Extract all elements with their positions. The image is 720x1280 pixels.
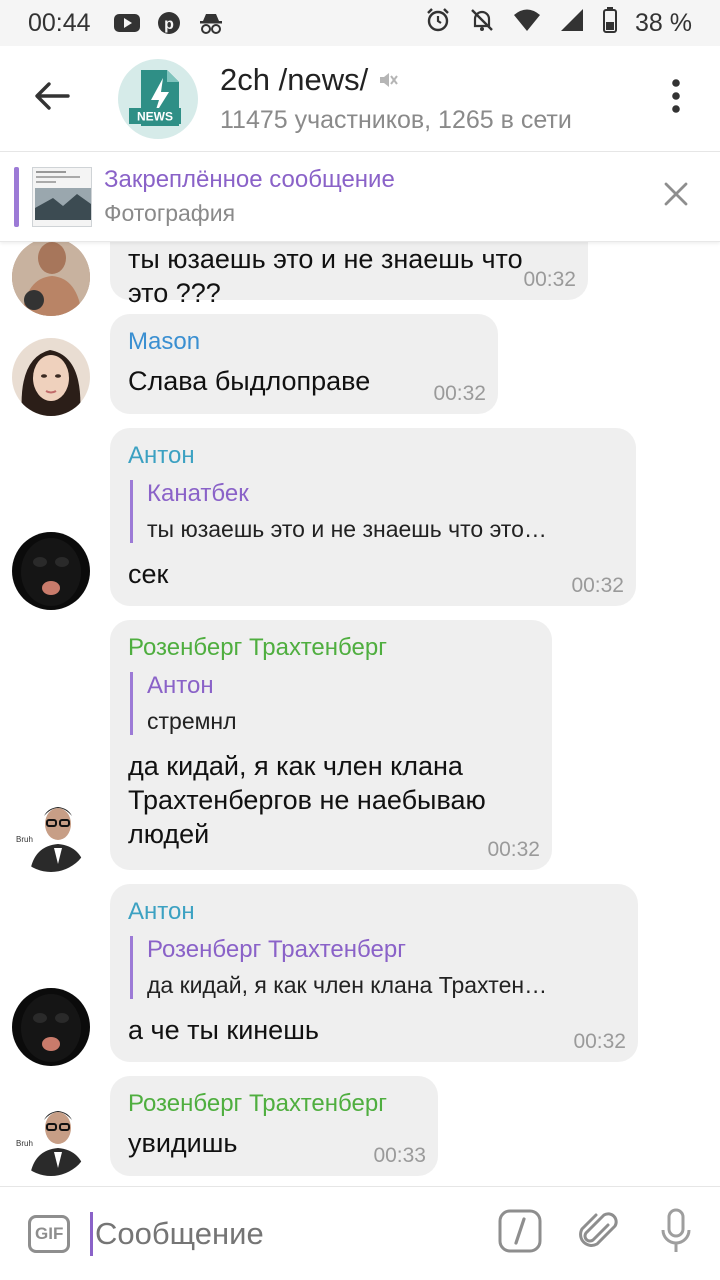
signal-icon bbox=[559, 8, 585, 39]
message-text: да кидай, я как член клана Трахтенбергов… bbox=[128, 751, 486, 849]
channel-avatar-label: NEWS bbox=[137, 109, 173, 123]
paperclip-icon bbox=[578, 1209, 618, 1258]
close-pinned-button[interactable] bbox=[646, 167, 706, 227]
message-text: ты юзаешь это и не знаешь что это ??? bbox=[128, 244, 523, 308]
status-bar: 00:44 p 38 % bbox=[0, 0, 720, 46]
slash-command-icon bbox=[498, 1209, 542, 1258]
sender-name[interactable]: Розенберг Трахтенберг bbox=[128, 1090, 420, 1118]
reply-quote[interactable]: Антон стремнл bbox=[130, 672, 534, 735]
battery-level: 38 % bbox=[635, 8, 692, 37]
message-bubble[interactable]: ты юзаешь это и не знаешь что это ??? 00… bbox=[110, 242, 588, 308]
text-caret bbox=[90, 1211, 93, 1256]
message-bubble[interactable]: Антон Канатбек ты юзаешь это и не знаешь… bbox=[110, 428, 636, 606]
message-time: 00:32 bbox=[573, 1030, 626, 1053]
channel-avatar[interactable]: NEWS bbox=[118, 58, 198, 139]
message-text: а че ты кинешь bbox=[128, 1015, 319, 1045]
avatar[interactable] bbox=[12, 988, 90, 1066]
more-options-button[interactable] bbox=[646, 69, 706, 129]
reply-sender: Канатбек bbox=[147, 480, 249, 507]
close-icon bbox=[664, 182, 688, 211]
voice-message-button[interactable] bbox=[650, 1204, 702, 1264]
channel-info[interactable]: 2ch /news/ 11475 участников, 1265 в сети bbox=[220, 62, 646, 135]
attach-button[interactable] bbox=[572, 1204, 624, 1264]
message-bubble[interactable]: Розенберг Трахтенберг увидишь 00:33 bbox=[110, 1076, 438, 1176]
message-bubble[interactable]: Антон Розенберг Трахтенберг да кидай, я … bbox=[110, 884, 638, 1062]
sender-name[interactable]: Розенберг Трахтенберг bbox=[128, 634, 534, 662]
bot-commands-button[interactable] bbox=[494, 1204, 546, 1264]
pinned-title: Закреплённое сообщение bbox=[104, 166, 395, 193]
reply-text: ты юзаешь это и не знаешь что это… bbox=[147, 516, 547, 542]
notifications-off-icon bbox=[469, 7, 495, 40]
youtube-icon bbox=[113, 12, 141, 34]
reply-quote[interactable]: Канатбек ты юзаешь это и не знаешь что э… bbox=[130, 480, 618, 543]
reply-sender: Розенберг Трахтенберг bbox=[147, 936, 406, 963]
pinned-subtitle: Фотография bbox=[104, 200, 236, 226]
channel-title: 2ch /news/ bbox=[220, 62, 369, 97]
status-time: 00:44 bbox=[28, 8, 91, 37]
pinned-photo-thumbnail bbox=[32, 166, 92, 227]
wifi-icon bbox=[513, 8, 541, 39]
sender-name[interactable]: Антон bbox=[128, 898, 620, 926]
avatar[interactable] bbox=[12, 242, 90, 316]
avatar[interactable] bbox=[12, 532, 90, 610]
more-vertical-icon bbox=[671, 78, 681, 119]
message-text: сек bbox=[128, 559, 169, 589]
message-text: Слава быдлоправе bbox=[128, 366, 371, 396]
battery-icon bbox=[603, 6, 618, 40]
avatar-caption: Bruh bbox=[16, 1139, 33, 1148]
back-button[interactable] bbox=[0, 46, 104, 152]
avatar[interactable]: Bruh bbox=[12, 1098, 90, 1176]
message-input[interactable] bbox=[95, 1215, 494, 1252]
message-bubble[interactable]: Mason Слава быдлоправе 00:32 bbox=[110, 314, 498, 414]
reply-text: стремнл bbox=[147, 708, 237, 734]
message-bubble[interactable]: Розенберг Трахтенберг Антон стремнл да к… bbox=[110, 620, 552, 870]
pinterest-icon: p bbox=[157, 11, 181, 35]
message-list[interactable]: ты юзаешь это и не знаешь что это ??? 00… bbox=[0, 242, 720, 1186]
avatar[interactable]: Bruh bbox=[12, 794, 90, 872]
message-time: 00:32 bbox=[523, 268, 576, 291]
muted-speaker-icon bbox=[378, 62, 399, 98]
arrow-left-icon bbox=[34, 81, 70, 116]
avatar-caption: Bruh bbox=[16, 835, 33, 844]
pinned-accent-bar bbox=[14, 166, 19, 227]
message-input-bar: GIF bbox=[0, 1186, 720, 1280]
message-time: 00:32 bbox=[571, 574, 624, 597]
chat-header: NEWS 2ch /news/ 11475 участников, 1265 в… bbox=[0, 46, 720, 152]
channel-subtitle: 11475 участников, 1265 в сети bbox=[220, 106, 572, 134]
pinned-message-bar[interactable]: Закреплённое сообщение Фотография bbox=[0, 152, 720, 242]
gif-button[interactable]: GIF bbox=[28, 1214, 71, 1253]
incognito-icon bbox=[197, 11, 225, 35]
avatar[interactable] bbox=[12, 338, 90, 416]
alarm-icon bbox=[425, 7, 451, 40]
reply-sender: Антон bbox=[147, 672, 214, 699]
reply-quote[interactable]: Розенберг Трахтенберг да кидай, я как чл… bbox=[130, 936, 620, 999]
message-time: 00:32 bbox=[433, 382, 486, 405]
microphone-icon bbox=[660, 1208, 692, 1259]
message-time: 00:32 bbox=[487, 838, 540, 861]
sender-name[interactable]: Антон bbox=[128, 442, 618, 470]
svg-text:p: p bbox=[164, 16, 174, 33]
message-time: 00:33 bbox=[373, 1144, 426, 1167]
reply-text: да кидай, я как член клана Трахтен… bbox=[147, 972, 548, 998]
sender-name[interactable]: Mason bbox=[128, 328, 480, 356]
